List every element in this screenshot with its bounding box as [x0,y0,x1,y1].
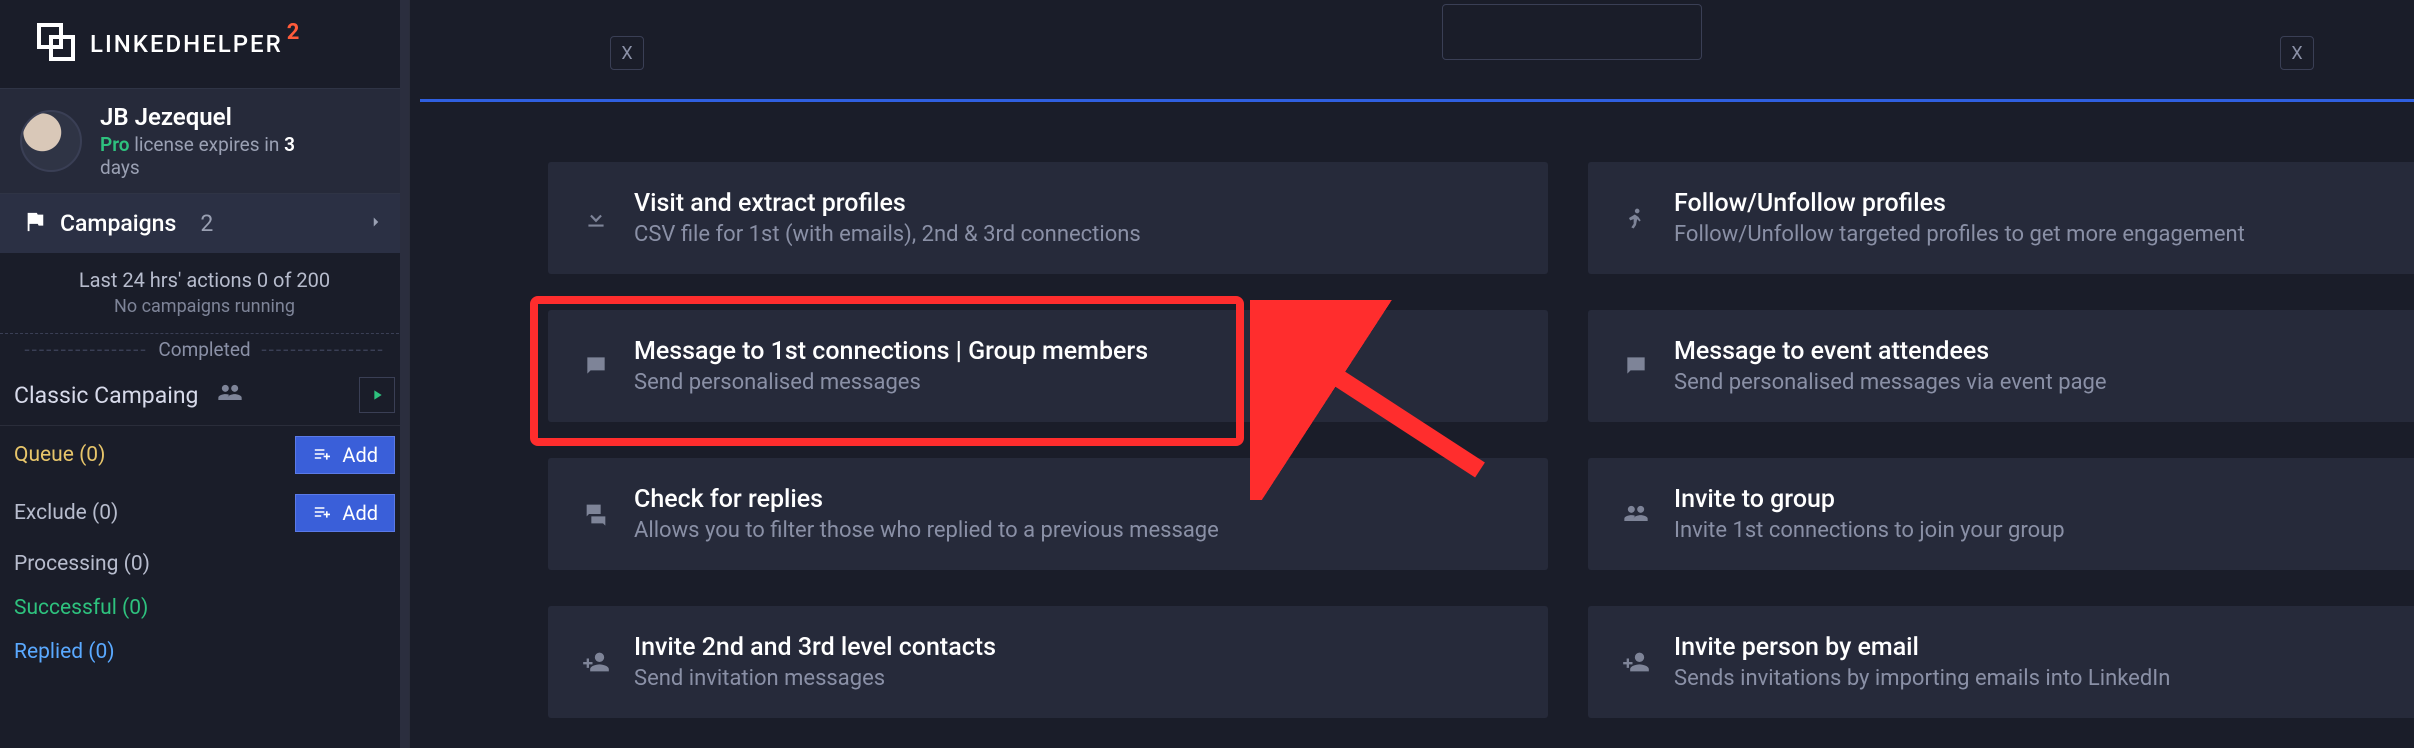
sidebar-scrollbar[interactable] [400,0,409,748]
main-area: X X Visit and extract profiles CSV file … [420,0,2414,748]
expiry-days: 3 [284,133,295,156]
people-icon [216,379,244,411]
brand-superscript: 2 [287,20,300,45]
brand-logo: LINKEDHELPER 2 [0,0,409,88]
card-title: Message to 1st connections | Group membe… [634,337,1148,366]
flag-icon [24,211,46,237]
close-node-left[interactable]: X [610,36,644,70]
card-sub: Follow/Unfollow targeted profiles to get… [1674,222,2245,247]
card-message-event-attendees[interactable]: Message to event attendees Send personal… [1588,310,2414,422]
workflow-strip: X X [420,0,2414,102]
action-cards-grid: Visit and extract profiles CSV file for … [420,102,2414,718]
card-title: Check for replies [634,485,1219,514]
list-add-icon [312,443,332,467]
profile-block[interactable]: JB Jezequel Pro license expires in 3 day… [0,88,409,194]
filter-successful[interactable]: Successful (0) [14,596,148,620]
filter-exclude[interactable]: Exclude (0) [14,501,118,525]
card-sub: Sends invitations by importing emails in… [1674,666,2170,691]
person-add-icon [1614,648,1658,676]
filter-exclude-row: Exclude (0) Add [0,484,409,542]
stats-sub: No campaigns running [10,296,399,317]
filter-processing[interactable]: Processing (0) [14,552,150,576]
card-title: Invite to group [1674,485,2065,514]
card-sub: Invite 1st connections to join your grou… [1674,518,2065,543]
card-sub: Send personalised messages [634,370,1148,395]
filter-queue[interactable]: Queue (0) [14,443,105,467]
card-sub: Send invitation messages [634,666,996,691]
card-title: Follow/Unfollow profiles [1674,189,2245,218]
close-node-right[interactable]: X [2280,36,2314,70]
run-icon [1614,204,1658,232]
nav-campaigns-count: 2 [200,210,213,237]
pro-tag: Pro [100,133,130,156]
brand-word: LINKEDHELPER [90,30,283,58]
play-button[interactable] [359,377,395,413]
person-add-icon [574,648,618,676]
filter-replied-row: Replied (0) [0,630,409,664]
group-icon [1614,500,1658,528]
card-title: Invite person by email [1674,633,2170,662]
card-title: Invite 2nd and 3rd level contacts [634,633,996,662]
message-icon [574,353,618,379]
card-check-replies[interactable]: Check for replies Allows you to filter t… [548,458,1548,570]
card-visit-profiles[interactable]: Visit and extract profiles CSV file for … [548,162,1548,274]
card-follow-profiles[interactable]: Follow/Unfollow profiles Follow/Unfollow… [1588,162,2414,274]
filter-successful-row: Successful (0) [0,586,409,630]
days-word: days [100,156,295,179]
add-queue-button[interactable]: Add [295,436,395,474]
card-sub: CSV file for 1st (with emails), 2nd & 3r… [634,222,1141,247]
card-sub: Allows you to filter those who replied t… [634,518,1219,543]
card-message-1st-connections[interactable]: Message to 1st connections | Group membe… [548,310,1548,422]
campaign-header[interactable]: Classic Campaing [0,365,409,426]
stats-line: Last 24 hrs' actions 0 of 200 [10,268,399,292]
chevron-right-icon [367,213,385,235]
completed-separator: Completed [0,334,409,365]
nav-campaigns[interactable]: Campaigns 2 [0,194,409,254]
campaign-title: Classic Campaing [14,382,198,409]
list-add-icon [312,501,332,525]
download-icon [574,205,618,231]
avatar [20,110,82,172]
brand-mark-icon [36,22,76,66]
stats-block: Last 24 hrs' actions 0 of 200 No campaig… [0,254,409,334]
profile-name: JB Jezequel [100,103,295,131]
nav-campaigns-label: Campaigns [60,210,176,237]
card-title: Message to event attendees [1674,337,2107,366]
card-title: Visit and extract profiles [634,189,1141,218]
message-icon [1614,353,1658,379]
card-sub: Send personalised messages via event pag… [1674,370,2107,395]
card-invite-2nd-3rd[interactable]: Invite 2nd and 3rd level contacts Send i… [548,606,1548,718]
profile-license: Pro license expires in 3 days [100,133,295,179]
card-invite-by-email[interactable]: Invite person by email Sends invitations… [1588,606,2414,718]
sidebar: LINKEDHELPER 2 JB Jezequel Pro license e… [0,0,410,748]
workflow-node[interactable] [1442,4,1702,60]
add-exclude-button[interactable]: Add [295,494,395,532]
filter-replied[interactable]: Replied (0) [14,640,115,664]
filter-queue-row: Queue (0) Add [0,426,409,484]
card-invite-group[interactable]: Invite to group Invite 1st connections t… [1588,458,2414,570]
chat-icon [574,500,618,528]
filter-processing-row: Processing (0) [0,542,409,586]
